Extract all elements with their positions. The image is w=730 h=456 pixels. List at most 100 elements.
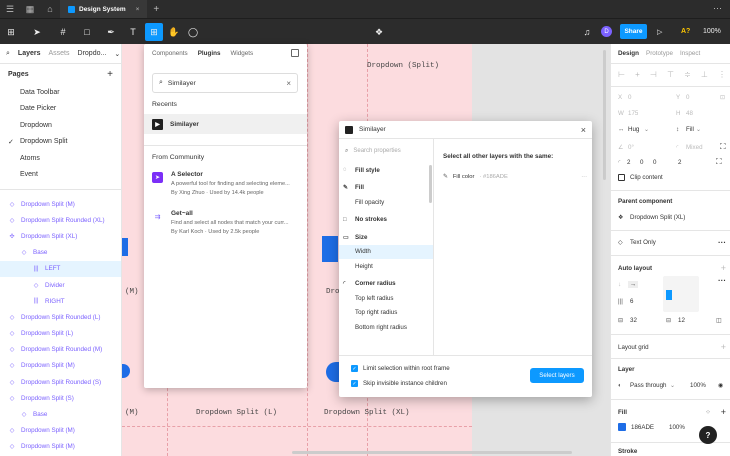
- h-input[interactable]: 48: [686, 110, 720, 117]
- w-input[interactable]: 175: [628, 110, 676, 117]
- help-button[interactable]: ?: [699, 426, 717, 444]
- add-fill-icon[interactable]: +: [721, 407, 726, 417]
- more-icon[interactable]: ···: [718, 238, 726, 247]
- text-tool-icon[interactable]: T: [127, 23, 139, 41]
- hand-tool-icon[interactable]: ✋: [167, 23, 181, 41]
- more-icon[interactable]: ···: [718, 276, 726, 285]
- blend-mode-select[interactable]: Pass through: [630, 382, 670, 389]
- clip-content-row[interactable]: Clip content: [618, 174, 726, 181]
- corner-tl[interactable]: 2: [627, 159, 640, 166]
- add-page-icon[interactable]: +: [107, 69, 113, 80]
- layer-item[interactable]: ✣ Dropdown Split (XL): [0, 228, 121, 244]
- page-item[interactable]: ✓ Dropdown Split: [0, 134, 121, 151]
- frame-tool-icon[interactable]: #: [56, 23, 70, 41]
- select-layers-button[interactable]: Select layers: [530, 368, 584, 383]
- page-item[interactable]: Event: [0, 167, 121, 184]
- move-tool-icon[interactable]: ➤: [30, 23, 44, 41]
- shape-tool-icon[interactable]: □: [80, 23, 94, 41]
- property-option[interactable]: Width: [339, 244, 433, 259]
- distribute-icon[interactable]: ⋮: [718, 70, 726, 79]
- corner-br[interactable]: 0: [653, 159, 678, 166]
- page-item[interactable]: Atoms: [0, 150, 121, 167]
- property-option[interactable]: ▭ Size: [339, 230, 433, 245]
- search-icon[interactable]: ⌕: [6, 50, 10, 58]
- add-auto-layout-icon[interactable]: +: [721, 263, 726, 273]
- y-input[interactable]: 0: [686, 94, 720, 101]
- close-tab-icon[interactable]: ×: [136, 6, 140, 13]
- more-icon[interactable]: ⋯: [713, 3, 722, 14]
- align-left-icon[interactable]: ⊢: [618, 70, 625, 79]
- property-option[interactable]: Fill opacity: [339, 195, 433, 210]
- property-option[interactable]: Height: [339, 259, 433, 274]
- home-icon[interactable]: ⌂: [40, 0, 60, 18]
- plugin-a-selector[interactable]: ➤ A Selector A powerful tool for finding…: [152, 171, 302, 196]
- property-option[interactable]: □ No strokes: [339, 213, 433, 228]
- corner-tr[interactable]: 0: [640, 159, 653, 166]
- vertical-padding-input[interactable]: 12: [678, 317, 716, 324]
- property-search-input[interactable]: ⌕ Search properties: [339, 139, 433, 163]
- corner-bl[interactable]: 2: [678, 159, 716, 166]
- limit-selection-checkbox[interactable]: ✓ Limit selection within root frame: [351, 365, 450, 372]
- checkbox-icon[interactable]: [618, 174, 625, 181]
- fill-hex-input[interactable]: 186ADE: [631, 424, 669, 431]
- layer-item[interactable]: ◇ Dropdown Split (L): [0, 326, 121, 342]
- comment-tool-icon[interactable]: ◯: [186, 23, 200, 41]
- fill-select[interactable]: Fill: [686, 126, 696, 133]
- layer-item[interactable]: ◇ Divider: [0, 277, 121, 293]
- property-option[interactable]: ✎ Fill: [339, 181, 433, 196]
- menu-icon[interactable]: ☰: [0, 0, 20, 18]
- tab-layers[interactable]: Layers: [18, 50, 41, 57]
- align-center-icon[interactable]: +: [635, 70, 640, 79]
- page-item[interactable]: Date Picker: [0, 101, 121, 118]
- rotation-input[interactable]: 0°: [628, 144, 676, 151]
- present-button[interactable]: ▷: [657, 24, 662, 39]
- share-button[interactable]: Share: [620, 24, 647, 39]
- layer-item[interactable]: ◇ Dropdown Split (S): [0, 390, 121, 406]
- property-list-scrollbar[interactable]: [429, 165, 432, 203]
- fill-opacity-input[interactable]: 100%: [669, 424, 697, 431]
- align-bottom-icon[interactable]: ⊥: [701, 70, 708, 79]
- tab-widgets[interactable]: Widgets: [230, 50, 253, 57]
- tab-assets[interactable]: Assets: [49, 50, 70, 57]
- horizontal-scrollbar[interactable]: [292, 451, 572, 454]
- layer-item[interactable]: ◇ Dropdown Split (M): [0, 423, 121, 439]
- variant-row[interactable]: ◇ Text Only ···: [618, 238, 726, 247]
- align-top-icon[interactable]: ⊤: [667, 70, 674, 79]
- independent-corners-icon[interactable]: ⛶: [720, 142, 726, 152]
- layer-item[interactable]: ◇ Dropdown Split (M): [0, 196, 121, 212]
- close-icon[interactable]: ×: [581, 125, 586, 135]
- parent-component-row[interactable]: ❖ Dropdown Split (XL): [618, 214, 726, 221]
- x-input[interactable]: 0: [628, 94, 676, 101]
- main-menu-icon[interactable]: ⊞: [4, 23, 18, 41]
- tab-plugins[interactable]: Plugins: [198, 50, 221, 57]
- horizontal-padding-input[interactable]: 32: [630, 317, 666, 324]
- plugin-get-all[interactable]: ⇉ Get~all Find and select all nodes that…: [152, 210, 302, 235]
- tab-design-system[interactable]: Design System ×: [60, 0, 148, 18]
- avatar[interactable]: D: [601, 26, 612, 37]
- chevron-down-icon[interactable]: ⌄: [114, 50, 120, 58]
- property-option[interactable]: Top left radius: [339, 291, 433, 306]
- page-item[interactable]: Data Toolbar: [0, 84, 121, 101]
- layer-item[interactable]: ◇ Base: [0, 406, 121, 422]
- new-tab-button[interactable]: +: [153, 4, 159, 15]
- open-external-icon[interactable]: [291, 49, 299, 57]
- clear-search-icon[interactable]: ×: [286, 79, 291, 88]
- hug-select[interactable]: Hug: [628, 126, 644, 133]
- skip-invisible-checkbox[interactable]: ✓ Skip invisible instance children: [351, 380, 447, 387]
- tab-design[interactable]: Design: [618, 50, 639, 57]
- vertical-scrollbar[interactable]: [603, 50, 606, 180]
- property-option[interactable]: Top right radius: [339, 306, 433, 321]
- constraints-icon[interactable]: ⊡: [720, 94, 725, 101]
- layer-item[interactable]: ||| RIGHT: [0, 293, 121, 309]
- layer-item[interactable]: ◇ Dropdown Split (M): [0, 358, 121, 374]
- tab-inspect[interactable]: Inspect: [680, 50, 700, 57]
- plugin-search-input[interactable]: ⌕ Similayer ×: [152, 73, 298, 93]
- individual-padding-icon[interactable]: ◫: [716, 317, 722, 324]
- layer-item[interactable]: ◇ Base: [0, 245, 121, 261]
- zoom-level[interactable]: 100%: [703, 24, 721, 39]
- align-right-icon[interactable]: ⊣: [650, 70, 657, 79]
- gap-input[interactable]: 6: [630, 298, 633, 305]
- corner-radius-input[interactable]: Mixed: [686, 144, 720, 151]
- corners-toggle-icon[interactable]: ⛶: [716, 157, 722, 167]
- property-option[interactable]: Bottom right radius: [339, 320, 433, 335]
